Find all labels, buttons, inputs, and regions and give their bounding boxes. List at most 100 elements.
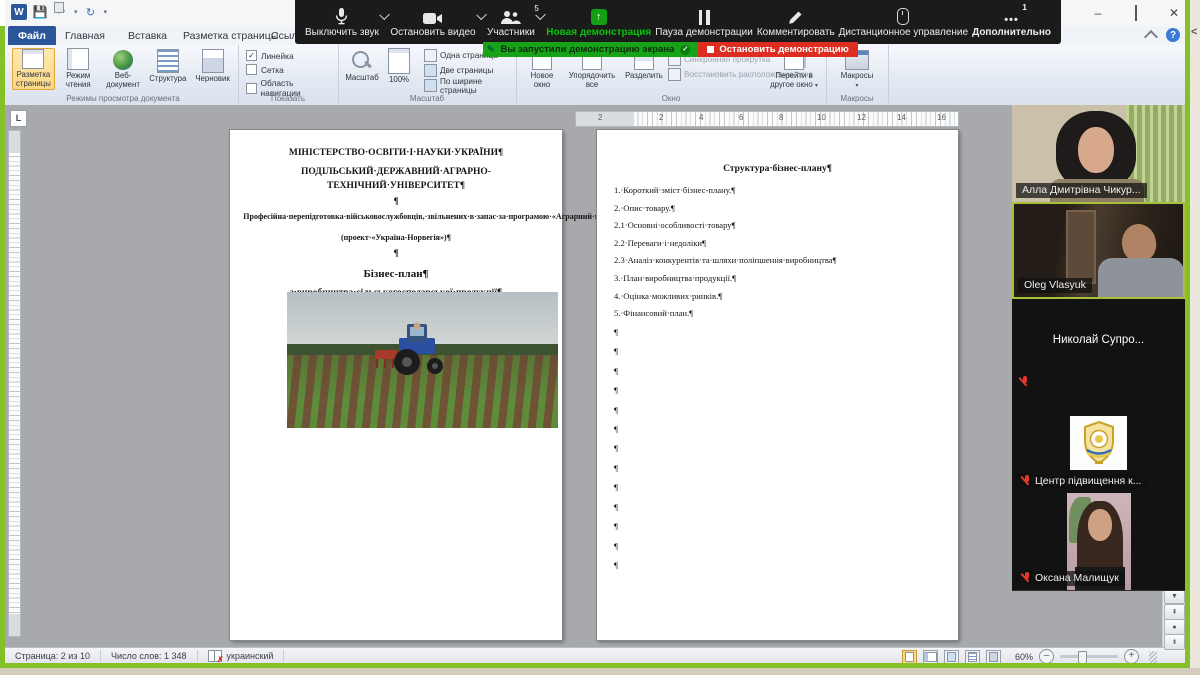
participant-tile-active-speaker[interactable]: Oleg Vlasyuk — [1012, 202, 1185, 299]
more-button[interactable]: ••• 1 Дополнительно — [970, 0, 1053, 44]
screen: W 💾 ↶ ▾ ↻ ▾ – ✕ ? Файл Главная Вставка Р… — [0, 0, 1200, 675]
paragraph-mark: ¶ — [614, 556, 958, 575]
language-indicator[interactable]: украинский — [198, 650, 285, 662]
minimize-button[interactable]: – — [1090, 6, 1106, 20]
zoom-slider[interactable] — [1060, 655, 1118, 658]
read-mode-button[interactable]: Режим чтения — [57, 48, 100, 90]
web-layout-icon — [113, 50, 133, 70]
outline-label: Структура — [149, 75, 186, 84]
view-draft-button[interactable] — [986, 650, 1001, 664]
paragraph-mark: ¶ — [614, 342, 958, 361]
group-label: Макросы — [826, 94, 888, 103]
microphone-icon — [335, 7, 348, 25]
print-layout-button[interactable]: Разметка страницы — [12, 48, 55, 90]
more-label: Дополнительно — [972, 28, 1051, 38]
participant-tile[interactable]: Оксана Малищук — [1012, 493, 1185, 591]
previous-page-button[interactable]: ⇞ — [1164, 604, 1185, 620]
zoom-100-button[interactable]: 100% — [382, 48, 416, 90]
stop-share-button[interactable]: Остановить демонстрацию — [698, 42, 857, 57]
page-width-button[interactable]: По ширине страницы — [424, 79, 516, 92]
collapse-ribbon-icon[interactable] — [1144, 29, 1158, 43]
indent-marker[interactable] — [54, 2, 64, 13]
resize-grip — [1149, 651, 1157, 663]
group-label: Окно — [516, 94, 826, 103]
participant-tile[interactable]: Алла Дмитрівна Чикур... — [1012, 105, 1185, 203]
page-indicator[interactable]: Страница: 2 из 10 — [5, 650, 101, 662]
group-show: ✓ Линейка Сетка Область навигации Показа… — [238, 45, 339, 104]
participant-face — [1088, 509, 1112, 541]
undo-dropdown-icon[interactable]: ▾ — [74, 8, 78, 16]
tab-stop-selector[interactable]: L — [10, 110, 27, 127]
list-item: 2.·Опис·товару.¶ — [614, 200, 958, 218]
ruler-number: 6 — [739, 113, 743, 122]
view-print-layout-button[interactable] — [902, 650, 917, 664]
tab-home[interactable]: Главная — [55, 26, 115, 45]
ruler-checkbox-label: Линейка — [261, 51, 294, 61]
new-window-label: Новое окно — [522, 72, 562, 90]
participant-name: Оксана Малищук — [1016, 571, 1125, 586]
page-100-icon — [388, 48, 410, 74]
word-count[interactable]: Число слов: 1 348 — [101, 650, 198, 662]
gridlines-checkbox[interactable]: Сетка — [246, 64, 332, 75]
share-border-left — [0, 26, 5, 668]
read-mode-label: Режим чтения — [57, 72, 100, 90]
annotate-button[interactable]: Комментировать — [755, 0, 837, 44]
one-page-icon — [424, 49, 437, 62]
stop-video-button[interactable]: Остановить видео — [388, 0, 477, 44]
list-item: 3.·План·виробництва·продукції.¶ — [614, 270, 958, 288]
paragraph-mark: ¶ — [230, 194, 562, 208]
participants-button[interactable]: 5 Участники — [485, 0, 537, 44]
draft-button[interactable]: Черновик — [191, 48, 234, 90]
muted-mic-icon — [1020, 376, 1029, 388]
spellcheck-icon — [208, 650, 222, 662]
list-item: 4.·Оцінка·можливих·ринків.¶ — [614, 288, 958, 306]
zoom-button[interactable]: Масштаб — [344, 48, 380, 90]
view-outline-button[interactable] — [965, 650, 980, 664]
tractor-illustration — [373, 320, 469, 382]
pause-share-button[interactable]: Пауза демонстрации — [653, 0, 755, 44]
horizontal-ruler[interactable]: 2 2 4 6 8 10 12 14 16 — [575, 111, 959, 127]
checkbox-icon: ✓ — [246, 50, 257, 61]
annotate-pencil-icon[interactable]: ✎ — [487, 44, 495, 55]
select-browse-object-button[interactable]: ● — [1164, 619, 1185, 635]
ruler-checkbox[interactable]: ✓ Линейка — [246, 50, 332, 61]
zoom-in-button[interactable]: + — [1124, 649, 1139, 664]
collapse-panel-arrow-icon[interactable]: < — [1191, 26, 1197, 38]
taskbar-edge — [0, 668, 1200, 675]
vertical-ruler[interactable] — [8, 130, 21, 637]
web-layout-button[interactable]: Веб-документ — [102, 48, 145, 90]
zoom-out-button[interactable]: – — [1039, 649, 1054, 664]
share-banner-text: Вы запустили демонстрацию экрана — [501, 44, 675, 55]
next-page-button[interactable]: ⇟ — [1164, 634, 1185, 650]
view-read-mode-button[interactable] — [923, 650, 938, 664]
help-icon[interactable]: ? — [1166, 28, 1180, 42]
participant-body — [1098, 258, 1184, 299]
redo-icon[interactable]: ↻ — [83, 4, 99, 20]
paragraph-mark: ¶ — [614, 478, 958, 497]
outline-button[interactable]: Структура — [146, 48, 189, 90]
document-page-2[interactable]: Структура·бізнес-плану¶ 1.·Короткий·зміс… — [597, 130, 958, 640]
ruler-number: 8 — [779, 113, 783, 122]
participants-icon — [501, 7, 521, 25]
document-page-1[interactable]: МІНІСТЕРСТВО·ОСВІТИ·І·НАУКИ·УКРАЇНИ¶ ПОД… — [230, 130, 562, 640]
tab-file[interactable]: Файл — [8, 26, 56, 45]
two-pages-button[interactable]: Две страницы — [424, 64, 516, 77]
print-layout-icon — [22, 49, 44, 69]
new-share-button[interactable]: ↑ Новая демонстрация — [544, 0, 653, 44]
participant-tile[interactable]: Центр підвищення к... — [1012, 396, 1185, 494]
mute-button[interactable]: Выключить звук — [303, 0, 381, 44]
remote-control-button[interactable]: Дистанционное управление — [837, 0, 970, 44]
save-icon[interactable]: 💾 — [32, 4, 48, 20]
zoom-percentage[interactable]: 60% — [1015, 652, 1033, 662]
maximize-button[interactable] — [1128, 6, 1144, 20]
structure-list: 1.·Короткий·зміст·бізнес-плану.¶ 2.·Опис… — [614, 182, 958, 323]
participants-label: Участники — [487, 28, 535, 38]
view-web-layout-button[interactable] — [944, 650, 959, 664]
structure-heading: Структура·бізнес-плану¶ — [597, 164, 958, 174]
close-button[interactable]: ✕ — [1166, 6, 1182, 20]
participant-tile[interactable]: Николай Супро... — [1012, 299, 1185, 397]
list-item: 2.3·Аналіз·конкурентів·та·шляхи·поліпшен… — [614, 252, 958, 270]
tab-insert[interactable]: Вставка — [118, 26, 177, 45]
customize-qat-icon[interactable]: ▾ — [104, 8, 108, 16]
paragraph-mark: ¶ — [614, 362, 958, 381]
